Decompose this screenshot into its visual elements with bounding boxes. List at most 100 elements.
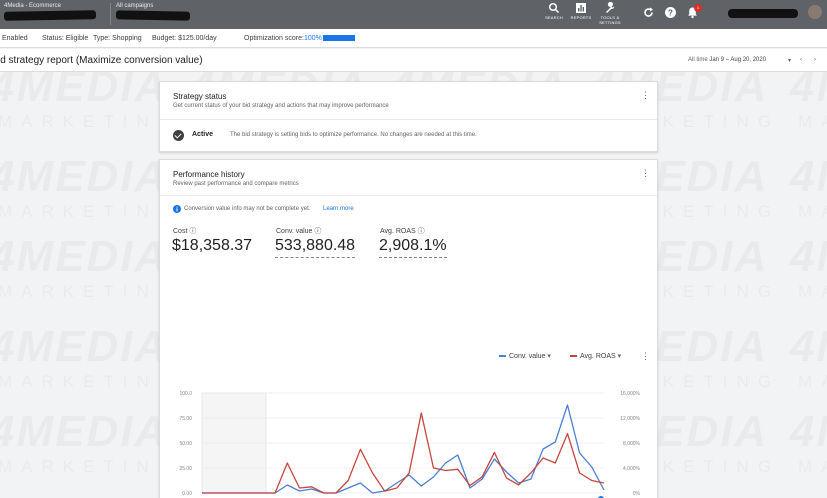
date-dropdown-icon[interactable]: ▾: [788, 57, 791, 64]
conversion-info-text: Conversion value info may not be complet…: [184, 206, 311, 212]
card-title: Performance history: [173, 170, 245, 179]
watermark-brand: 4MEDIA: [790, 72, 827, 112]
watermark-brand: 4MEDIA: [0, 322, 168, 372]
optimization-score[interactable]: 100%: [304, 35, 322, 42]
metric-cost-value: $18,358.37: [172, 237, 253, 254]
chevron-down-icon: ▾: [617, 353, 622, 360]
watermark-brand: 4MEDIA: [790, 322, 827, 372]
y-tick-label-right: 16,000%: [620, 391, 640, 397]
date-range-value: Jan 9 – Aug 20, 2020: [709, 57, 767, 63]
watermark-brand: 4MEDIA: [0, 407, 168, 457]
watermark-tagline: MARKETING: [0, 112, 180, 132]
search-icon: [548, 2, 560, 14]
eligibility-status: Status: Eligible: [42, 35, 89, 42]
legend-label: Avg. ROAS: [580, 353, 616, 360]
metric-label-text: Cost: [173, 228, 188, 235]
check-circle-icon: [173, 130, 184, 141]
y-tick-label-left: 100.0: [179, 391, 192, 397]
metric-label-text: Avg. ROAS: [380, 228, 416, 235]
performance-history-card: Performance history Review past performa…: [159, 159, 658, 498]
next-period-icon[interactable]: ›: [814, 57, 816, 63]
y-tick-label-right: 4,000%: [623, 466, 641, 472]
notification-badge: 1: [694, 4, 702, 12]
wrench-icon: [606, 2, 615, 13]
campaign-type: Type: Shopping: [93, 35, 142, 42]
help-circle-icon[interactable]: ⓘ: [314, 228, 321, 235]
watermark-brand: 4MEDIA: [790, 152, 827, 202]
metric-roas-value[interactable]: 2,908.1%: [379, 237, 447, 258]
main-content: 4MEDIAMARKETING4MEDIAMARKETING4MEDIAMARK…: [0, 72, 827, 498]
metric-conv-value-label: Conv. value ⓘ: [276, 226, 321, 236]
page-title: id strategy report (Maximize conversion …: [0, 55, 203, 66]
watermark-brand: 4MEDIA: [0, 72, 168, 112]
more-options-icon[interactable]: ⋮: [641, 169, 650, 178]
date-range-selector[interactable]: All time Jan 9 – Aug 20, 2020: [688, 57, 766, 63]
watermark-tagline: MARKETING: [798, 372, 827, 392]
strategy-status-card: Strategy status Get current status of yo…: [159, 81, 658, 152]
metric-roas-label: Avg. ROAS ⓘ: [380, 226, 425, 236]
info-icon: [173, 205, 181, 213]
divider: [160, 119, 657, 120]
page-header: id strategy report (Maximize conversion …: [0, 49, 827, 72]
optimization-label: Optimization score:: [244, 35, 304, 42]
watermark-tagline: MARKETING: [798, 202, 827, 222]
campaign-breadcrumb[interactable]: All campaigns: [116, 3, 153, 9]
svg-text:?: ?: [668, 8, 673, 17]
y-tick-label-right: 0%: [633, 491, 641, 497]
tools-settings-button[interactable]: TOOLS & SETTINGS: [594, 2, 626, 25]
tools-settings-label: TOOLS & SETTINGS: [599, 15, 621, 25]
y-tick-label-left: 0.00: [182, 491, 192, 497]
metric-label-text: Conv. value: [276, 228, 313, 235]
optimization-score-bar: [323, 35, 355, 41]
previous-period-icon[interactable]: ‹: [800, 57, 802, 63]
card-subtitle: Review past performance and compare metr…: [173, 181, 299, 187]
y-tick-label-right: 8,000%: [623, 441, 641, 447]
reports-button[interactable]: REPORTS: [565, 2, 597, 20]
legend-swatch: [570, 355, 577, 358]
watermark-tagline: MARKETING: [798, 457, 827, 477]
legend-swatch: [499, 355, 506, 358]
y-tick-label-left: 75.00: [179, 416, 192, 422]
y-tick-label-left: 50.00: [179, 441, 192, 447]
learn-more-link[interactable]: Learn more: [323, 206, 354, 212]
account-name[interactable]: 4Media - Ecommerce: [4, 3, 61, 9]
watermark-brand: 4MEDIA: [790, 407, 827, 457]
strategy-active-label: Active: [192, 131, 214, 138]
watermark-tagline: MARKETING: [0, 372, 180, 392]
chevron-down-icon: ▾: [547, 353, 551, 360]
redacted-account-id: [3, 10, 97, 21]
help-circle-icon[interactable]: ⓘ: [418, 228, 425, 235]
avatar[interactable]: [808, 5, 822, 19]
watermark-tagline: MARKETING: [0, 457, 180, 477]
watermark-tagline: MARKETING: [798, 282, 827, 302]
performance-chart: 0.00 25.00 50.00 75.00 100.0 0% 4,000% 8,000% 12…: [179, 391, 641, 498]
help-circle-icon[interactable]: ⓘ: [189, 228, 196, 235]
legend-conv-value[interactable]: Conv. value ▾: [499, 352, 551, 360]
card-subtitle: Get current status of your bid strategy …: [173, 103, 389, 109]
legend-avg-roas[interactable]: Avg. ROAS ▾: [570, 352, 621, 360]
watermark-brand: 4MEDIA: [790, 232, 827, 282]
legend-label: Conv. value: [509, 353, 546, 360]
watermark-brand: 4MEDIA: [0, 152, 168, 202]
card-title: Strategy status: [173, 92, 227, 101]
watermark-tagline: MARKETING: [798, 112, 827, 132]
reports-label: REPORTS: [570, 15, 592, 20]
chart-options-icon[interactable]: ⋮: [641, 352, 650, 361]
reports-icon: [576, 3, 586, 13]
strategy-status-text: The bid strategy is setting bids to opti…: [230, 132, 477, 138]
date-range-label: All time: [688, 57, 708, 63]
redacted-user-email: [728, 9, 798, 18]
campaign-status-bar: Enabled Status: Eligible Type: Shopping …: [0, 29, 827, 48]
help-icon[interactable]: ?: [664, 6, 677, 19]
watermark-tagline: MARKETING: [0, 282, 180, 302]
enabled-status[interactable]: Enabled: [2, 35, 28, 42]
divider: [160, 195, 657, 196]
metric-conv-value-value[interactable]: 533,880.48: [275, 237, 356, 258]
refresh-icon[interactable]: [642, 6, 655, 19]
more-options-icon[interactable]: ⋮: [641, 91, 650, 100]
top-app-bar: 4Media - Ecommerce All campaigns SEARCH …: [0, 0, 827, 29]
watermark-brand: 4MEDIA: [0, 232, 168, 282]
y-tick-label-left: 25.00: [179, 466, 192, 472]
budget[interactable]: Budget: $125.00/day: [152, 35, 217, 42]
watermark-tagline: MARKETING: [0, 202, 180, 222]
